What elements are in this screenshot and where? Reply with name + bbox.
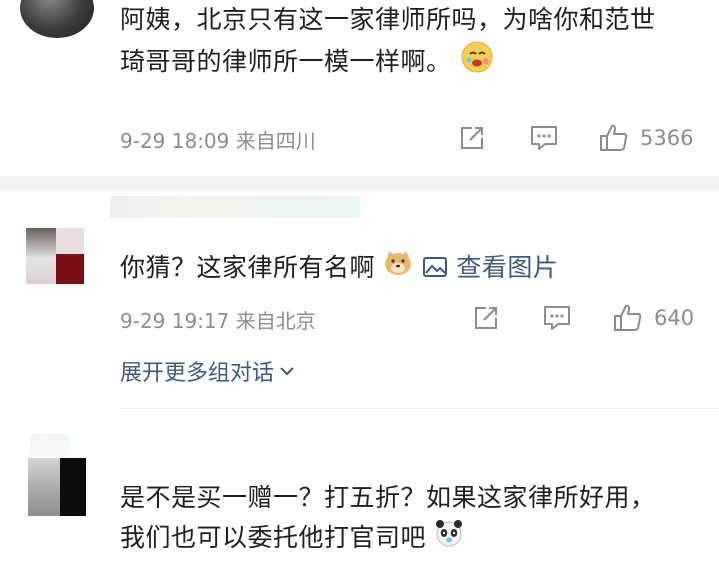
comment-text: 阿姨，北京只有这一家律师所吗，为啥你和范世 琦哥哥的律师所一模一样啊。 [120, 0, 701, 86]
expand-conversation-label: 展开更多组对话 [120, 361, 275, 386]
comment-timestamp: 9-29 19:17 来自北京 [120, 309, 316, 333]
blurred-username [110, 196, 360, 218]
share-button[interactable] [472, 304, 500, 332]
like-icon [614, 304, 642, 331]
view-image-link[interactable]: 查看图片 [422, 253, 558, 282]
like-count: 640 [654, 306, 695, 330]
comment-timestamp: 9-29 18:09 来自四川 [120, 129, 316, 153]
comment-text-line: 是不是买一赠一？打五折？如果这家律所好用， [120, 483, 656, 512]
laugh-cry-emoji-icon [460, 40, 494, 86]
view-image-label: 查看图片 [456, 253, 559, 282]
like-count: 5366 [640, 126, 694, 150]
section-divider [0, 176, 719, 190]
doge-emoji-icon [383, 249, 413, 289]
like-icon [600, 124, 628, 151]
comment-text-line: 我们也可以委托他打官司吧 [120, 518, 701, 560]
expand-conversation-link[interactable]: 展开更多组对话 [120, 355, 296, 387]
comment-2: 你猜？这家律所有名啊 查看图片 9-29 19:17 来自北京 640 展开更多… [0, 190, 719, 430]
comment-separator [120, 408, 719, 409]
chevron-down-icon [280, 367, 294, 376]
comment-icon [544, 306, 570, 330]
share-icon [475, 307, 497, 329]
avatar[interactable] [26, 228, 84, 284]
comment-text: 是不是买一赠一？打五折？如果这家律所好用， 我们也可以委托他打官司吧 [120, 478, 701, 560]
comment-1: 阿姨，北京只有这一家律师所吗，为啥你和范世 琦哥哥的律师所一模一样啊。 9-29… [0, 0, 719, 175]
avatar[interactable] [20, 0, 94, 38]
share-button[interactable] [458, 124, 486, 152]
comment-text: 你猜？这家律所有名啊 查看图片 [120, 248, 701, 289]
comment-3: 是不是买一赠一？打五折？如果这家律所好用， 我们也可以委托他打官司吧 [0, 410, 719, 566]
share-icon [461, 127, 483, 149]
like-button[interactable]: 640 [612, 302, 694, 334]
panda-emoji-icon [434, 518, 464, 560]
comment-button[interactable] [542, 304, 572, 332]
image-icon [422, 257, 447, 277]
comment-text-line: 阿姨，北京只有这一家律师所吗，为啥你和范世 [120, 5, 656, 34]
comment-icon [531, 126, 557, 150]
comment-text-line: 你猜？这家律所有名啊 [120, 253, 376, 282]
blurred-username [30, 434, 70, 456]
like-button[interactable]: 5366 [598, 122, 693, 154]
comment-button[interactable] [529, 124, 559, 152]
avatar[interactable] [28, 458, 86, 516]
comment-text-line: 琦哥哥的律师所一模一样啊。 [120, 40, 701, 86]
